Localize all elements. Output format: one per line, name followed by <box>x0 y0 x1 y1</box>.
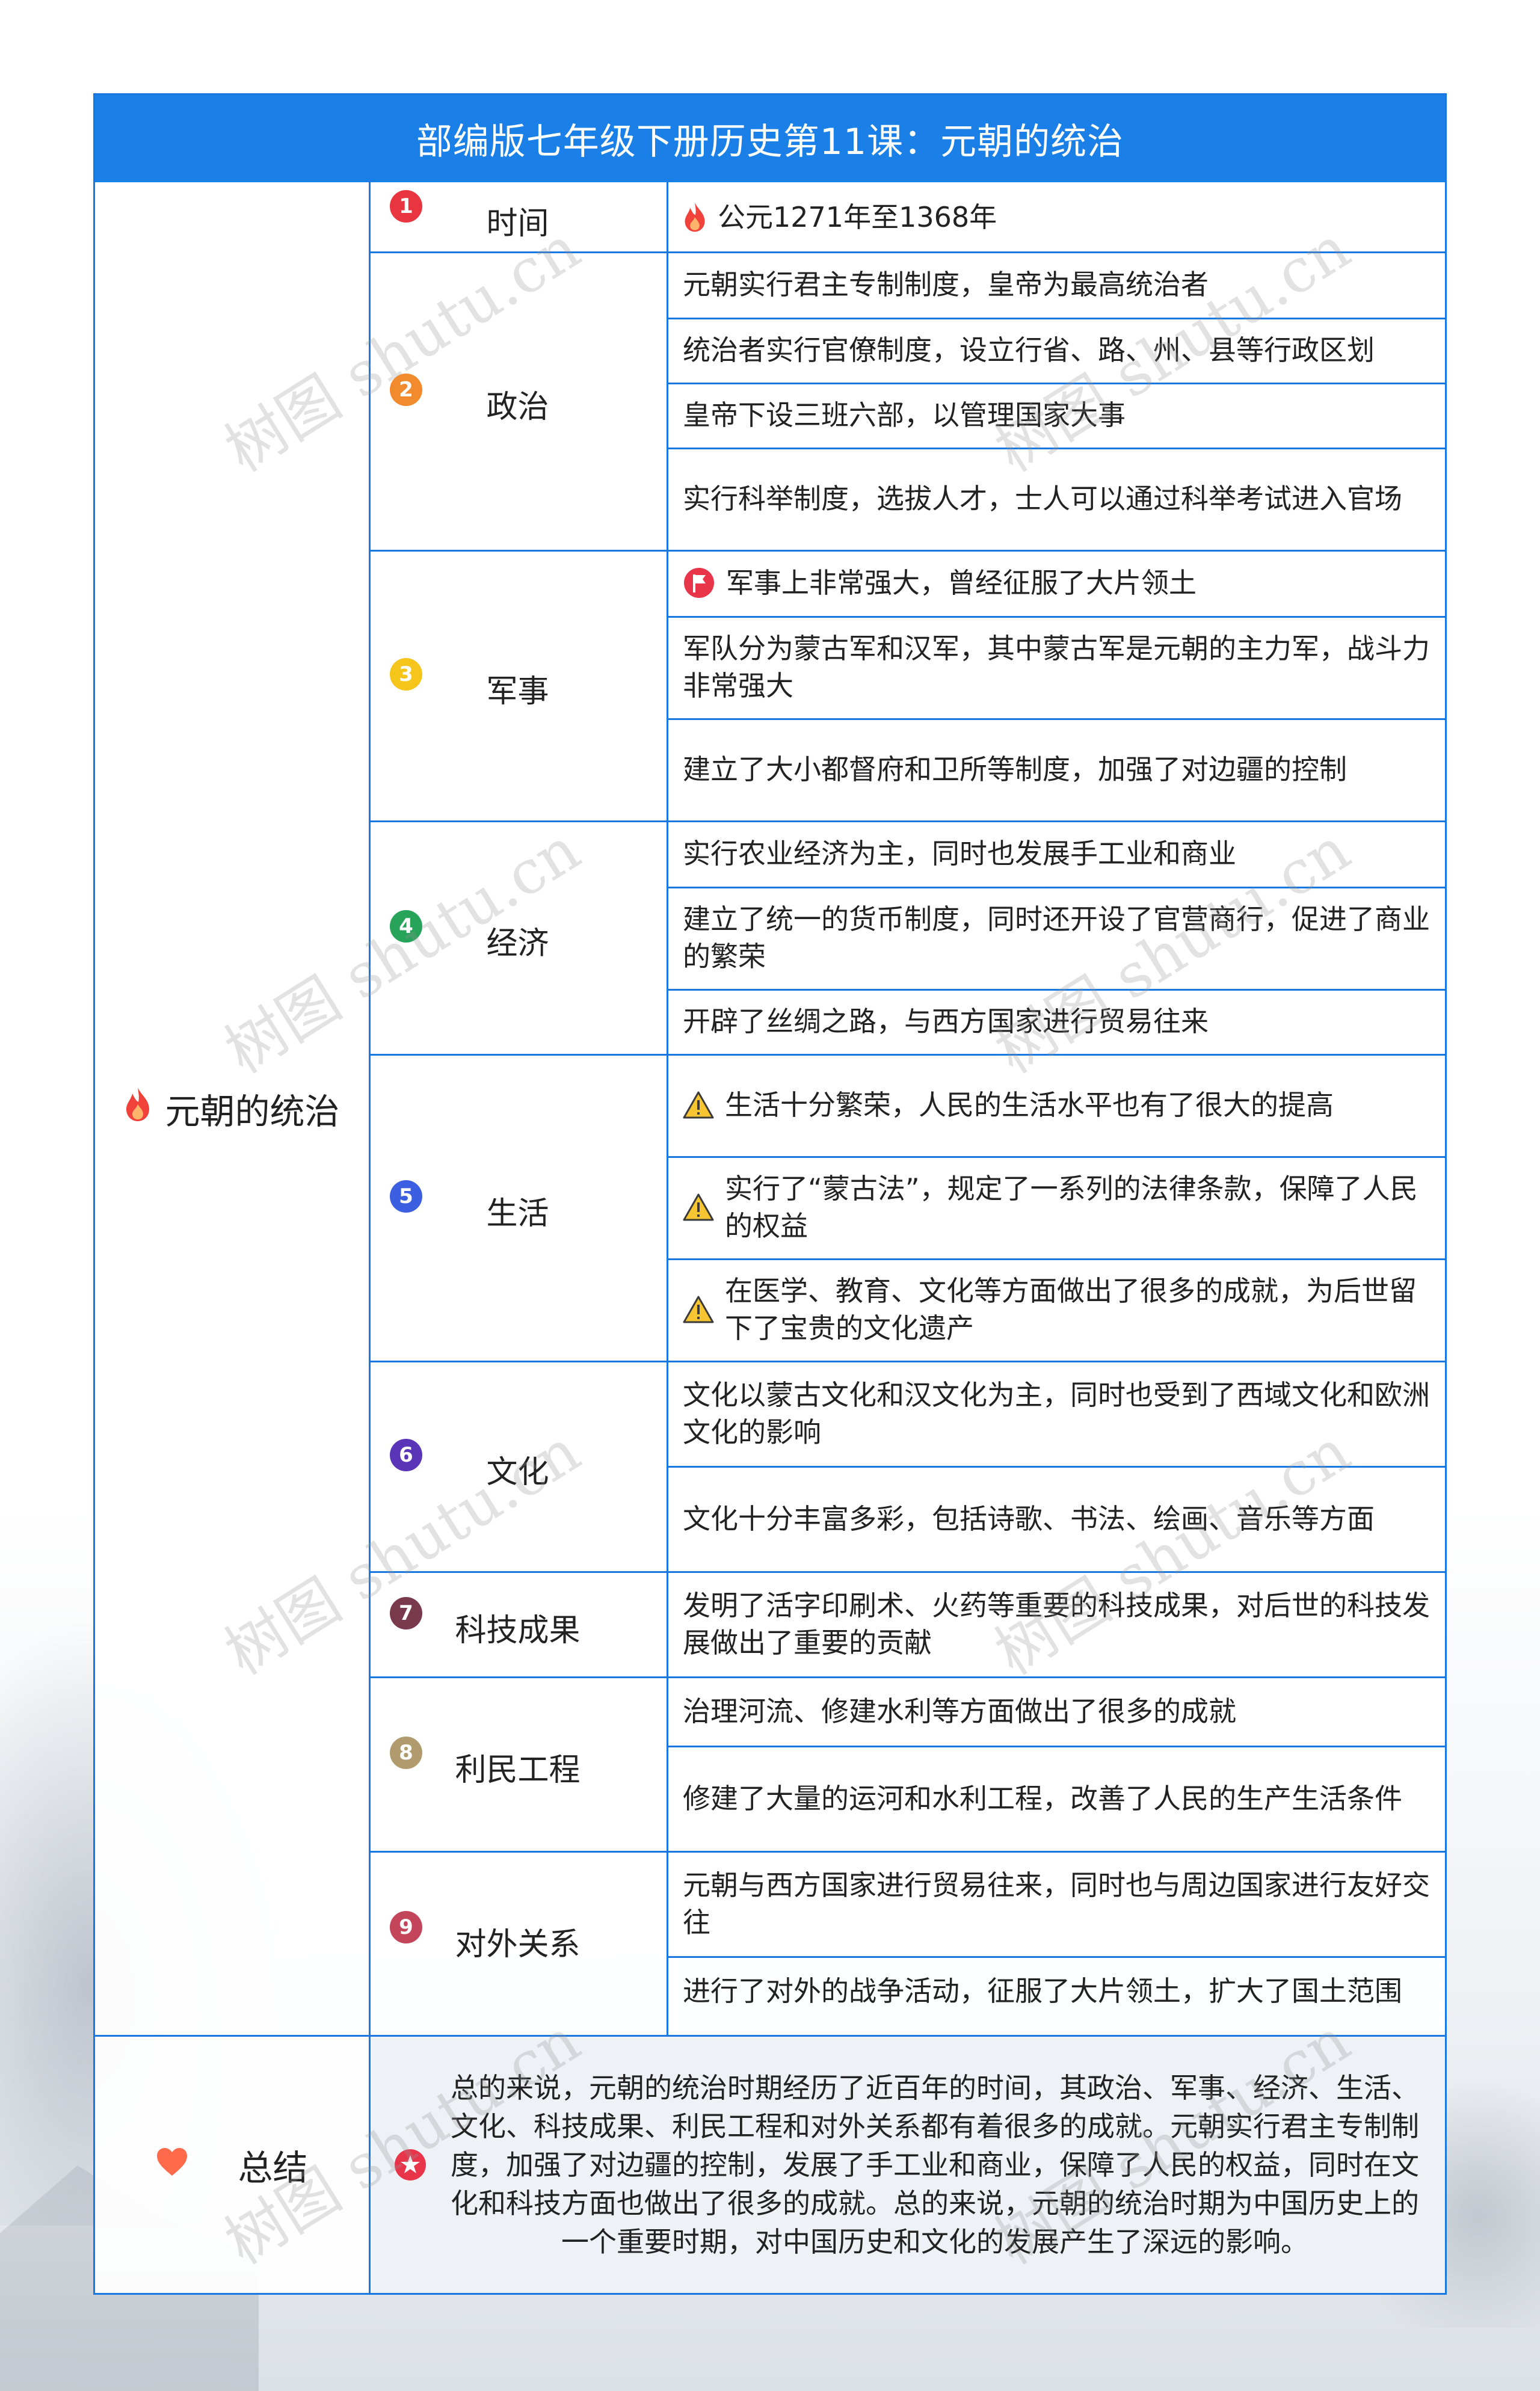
detail-item-text: 文化十分丰富多彩，包括诗歌、书法、绘画、音乐等方面 <box>683 1502 1375 1535</box>
detail-item-text: 在医学、教育、文化等方面做出了很多的成就，为后世留下了宝贵的文化遗产 <box>725 1275 1417 1344</box>
detail-item: 在医学、教育、文化等方面做出了很多的成就，为后世留下了宝贵的文化遗产 <box>668 1258 1445 1361</box>
summary-text-cell: 总的来说，元朝的统治时期经历了近百年的时间，其政治、军事、经济、生活、文化、科技… <box>371 2037 1445 2293</box>
fire-icon <box>124 1086 152 1131</box>
detail-item: 军队分为蒙古军和汉军，其中蒙古军是元朝的主力军，战斗力非常强大 <box>668 616 1445 718</box>
category-label: 生活 <box>486 1196 549 1232</box>
fire-icon <box>683 202 707 233</box>
detail-item: 开辟了丝绸之路，与西方国家进行贸易往来 <box>668 989 1445 1054</box>
detail-item: 发明了活字印刷术、火药等重要的科技成果，对后世的科技发展做出了重要的贡献 <box>668 1571 1445 1676</box>
category-cell: 3 军事 <box>369 550 667 820</box>
category-cell: 6 文化 <box>369 1361 667 1571</box>
detail-item-text: 统治者实行官僚制度，设立行省、路、州、县等行政区划 <box>683 334 1375 366</box>
flag-icon <box>683 567 715 599</box>
detail-item-text: 元朝实行君主专制制度，皇帝为最高统治者 <box>683 268 1209 301</box>
heart-icon <box>156 2144 188 2185</box>
detail-item-text: 实行农业经济为主，同时也发展手工业和商业 <box>683 837 1236 870</box>
detail-item: 统治者实行官僚制度，设立行省、路、州、县等行政区划 <box>668 318 1445 383</box>
summary-text: 总的来说，元朝的统治时期经历了近百年的时间，其政治、军事、经济、生活、文化、科技… <box>451 2072 1419 2258</box>
detail-item: 公元1271年至1368年 <box>668 182 1445 251</box>
main-topic-label: 元朝的统治 <box>165 1091 340 1132</box>
detail-item-text: 生活十分繁荣，人民的生活水平也有了很大的提高 <box>725 1089 1334 1121</box>
warning-icon <box>683 1091 714 1119</box>
warning-icon <box>683 1193 714 1222</box>
column-divider <box>369 2035 371 2293</box>
detail-item: 军事上非常强大，曾经征服了大片领土 <box>668 550 1445 616</box>
detail-item-text: 皇帝下设三班六部，以管理国家大事 <box>683 399 1126 431</box>
detail-item: 实行农业经济为主，同时也发展手工业和商业 <box>668 820 1445 887</box>
detail-item: 进行了对外的战争活动，征服了大片领土，扩大了国土范围 <box>668 1956 1445 2025</box>
category-cell: 7 科技成果 <box>369 1571 667 1676</box>
main-topic-cell: 元朝的统治 <box>95 182 369 2035</box>
detail-item: 修建了大量的运河和水利工程，改善了人民的生产生活条件 <box>668 1746 1445 1851</box>
detail-item: 实行科举制度，选拔人才，士人可以通过科举考试进入官场 <box>668 448 1445 550</box>
detail-item-text: 公元1271年至1368年 <box>718 200 997 233</box>
category-cell: 9 对外关系 <box>369 1851 667 2025</box>
star-badge-icon <box>393 2148 427 2184</box>
detail-item-text: 文化以蒙古文化和汉文化为主，同时也受到了西域文化和欧洲文化的影响 <box>683 1378 1430 1448</box>
row-divider <box>95 2035 1445 2037</box>
page-title: 部编版七年级下册历史第11课：元朝的统治 <box>95 95 1445 182</box>
detail-item-text: 建立了大小都督府和卫所等制度，加强了对边疆的控制 <box>683 753 1347 786</box>
detail-item-text: 元朝与西方国家进行贸易往来，同时也与周边国家进行友好交往 <box>683 1868 1430 1939</box>
detail-item: 文化以蒙古文化和汉文化为主，同时也受到了西域文化和欧洲文化的影响 <box>668 1361 1445 1466</box>
detail-item: 治理河流、修建水利等方面做出了很多的成就 <box>668 1676 1445 1746</box>
detail-item-text: 实行了“蒙古法”，规定了一系列的法律条款，保障了人民的权益 <box>725 1172 1418 1242</box>
category-label: 科技成果 <box>455 1612 581 1649</box>
summary-label: 总结 <box>238 2147 308 2188</box>
category-label: 对外关系 <box>455 1927 581 1963</box>
detail-item: 建立了大小都督府和卫所等制度，加强了对边疆的控制 <box>668 718 1445 820</box>
category-label: 经济 <box>486 926 549 962</box>
detail-item: 元朝实行君主专制制度，皇帝为最高统治者 <box>668 251 1445 318</box>
detail-item-text: 实行科举制度，选拔人才，士人可以通过科举考试进入官场 <box>683 482 1402 515</box>
detail-item-text: 军队分为蒙古军和汉军，其中蒙古军是元朝的主力军，战斗力非常强大 <box>683 632 1430 702</box>
detail-item: 文化十分丰富多彩，包括诗歌、书法、绘画、音乐等方面 <box>668 1466 1445 1571</box>
detail-item-text: 建立了统一的货币制度，同时还开设了官营商行，促进了商业的繁荣 <box>683 903 1430 973</box>
category-cell: 1 时间 <box>369 182 667 251</box>
category-cell: 5 生活 <box>369 1054 667 1361</box>
summary-label-cell: 总结 <box>95 2037 369 2293</box>
detail-item: 实行了“蒙古法”，规定了一系列的法律条款，保障了人民的权益 <box>668 1156 1445 1258</box>
column-divider <box>667 182 668 2035</box>
column-divider <box>369 182 371 2035</box>
category-cell: 2 政治 <box>369 251 667 550</box>
detail-item-text: 治理河流、修建水利等方面做出了很多的成就 <box>683 1694 1236 1728</box>
detail-item: 元朝与西方国家进行贸易往来，同时也与周边国家进行友好交往 <box>668 1851 1445 1956</box>
category-label: 利民工程 <box>455 1752 581 1788</box>
category-label: 政治 <box>486 389 549 425</box>
detail-item: 皇帝下设三班六部，以管理国家大事 <box>668 383 1445 448</box>
detail-item: 生活十分繁荣，人民的生活水平也有了很大的提高 <box>668 1054 1445 1156</box>
detail-item-text: 发明了活字印刷术、火药等重要的科技成果，对后世的科技发展做出了重要的贡献 <box>683 1589 1430 1659</box>
category-cell: 8 利民工程 <box>369 1676 667 1851</box>
detail-item-text: 军事上非常强大，曾经征服了大片领土 <box>726 567 1197 599</box>
category-label: 军事 <box>486 674 549 710</box>
mindmap-table: 部编版七年级下册历史第11课：元朝的统治 元朝的统治 总结 总的来说，元朝的统治… <box>93 93 1447 2295</box>
detail-item-text: 进行了对外的战争活动，征服了大片领土，扩大了国土范围 <box>683 1974 1402 2007</box>
detail-item-text: 修建了大量的运河和水利工程，改善了人民的生产生活条件 <box>683 1782 1402 1815</box>
category-cell: 4 经济 <box>369 820 667 1054</box>
category-label: 文化 <box>486 1454 549 1491</box>
category-label: 时间 <box>486 205 549 242</box>
detail-item-text: 开辟了丝绸之路，与西方国家进行贸易往来 <box>683 1005 1209 1038</box>
detail-item: 建立了统一的货币制度，同时还开设了官营商行，促进了商业的繁荣 <box>668 887 1445 989</box>
warning-icon <box>683 1295 714 1324</box>
